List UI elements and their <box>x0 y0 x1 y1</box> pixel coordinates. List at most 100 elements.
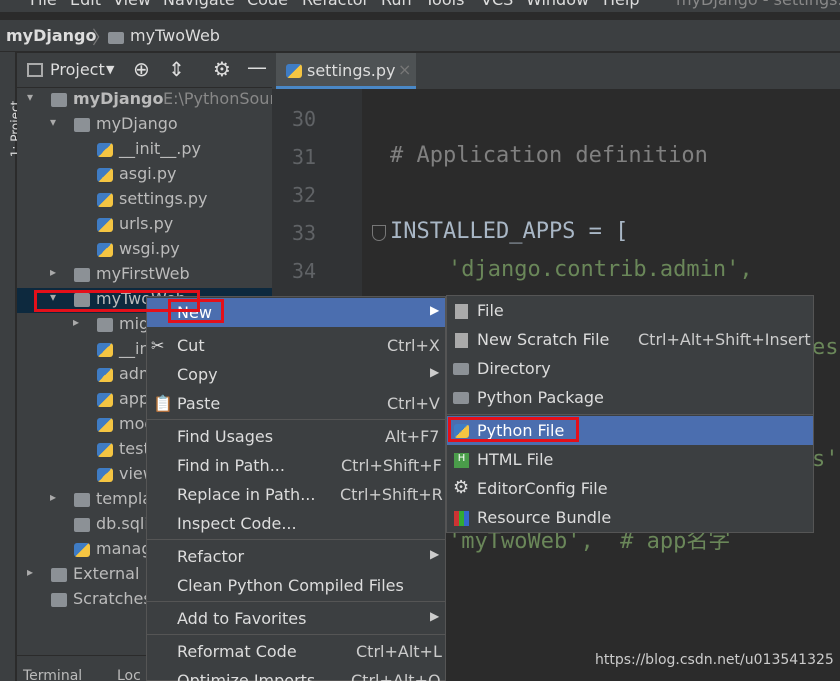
scissors-icon: ✂ <box>151 336 165 355</box>
collapse-all-icon[interactable]: ⇕ <box>168 57 185 81</box>
line-number: 30 <box>292 107 317 131</box>
tree-item[interactable]: ▸ myFirstWeb <box>17 263 272 288</box>
locate-icon[interactable]: ⊕ <box>133 57 150 81</box>
tree-item-label: wsgi.py <box>119 239 180 258</box>
navigation-bar: myDjango 〉 myTwoWeb <box>0 20 840 52</box>
tree-item[interactable]: asgi.py <box>17 163 272 188</box>
tree-item-label: app <box>119 389 150 408</box>
menu-view[interactable]: View <box>113 0 151 9</box>
menu-vcs[interactable]: VCS <box>481 0 513 9</box>
menu-bar: File Edit View Navigate Code Refactor Ru… <box>0 0 840 12</box>
submenu-item-scratch-file[interactable]: New Scratch File Ctrl+Alt+Shift+Insert <box>447 325 813 354</box>
chevron-right-icon[interactable]: ▸ <box>50 265 56 279</box>
tree-item-label: urls.py <box>119 214 174 233</box>
menu-item-label: Add to Favorites <box>177 609 307 628</box>
close-icon[interactable]: × <box>398 60 411 79</box>
project-view-selector[interactable]: Project <box>50 60 105 79</box>
menu-navigate[interactable]: Navigate <box>163 0 235 9</box>
python-file-icon <box>97 193 113 207</box>
new-submenu: File New Scratch File Ctrl+Alt+Shift+Ins… <box>446 295 814 533</box>
menu-item-clean-compiled[interactable]: Clean Python Compiled Files <box>147 571 445 600</box>
submenu-item-html-file[interactable]: H HTML File <box>447 445 813 474</box>
tree-item[interactable]: wsgi.py <box>17 238 272 263</box>
chevron-down-icon[interactable]: ▾ <box>27 90 33 104</box>
chevron-right-icon: ▶ <box>430 609 440 623</box>
submenu-item-editorconfig[interactable]: ⚙ EditorConfig File <box>447 474 813 503</box>
chevron-down-icon[interactable]: ▾ <box>50 115 56 129</box>
tree-item-label: myFirstWeb <box>96 264 190 283</box>
menu-tools[interactable]: Tools <box>425 0 464 9</box>
submenu-item-resource-bundle[interactable]: Resource Bundle <box>447 503 813 532</box>
code-comment: # Application definition <box>390 143 708 168</box>
code-installed-apps: INSTALLED_APPS = [ <box>390 219 629 244</box>
menu-file[interactable]: File <box>30 0 57 9</box>
gear-icon: ⚙ <box>453 477 470 498</box>
menu-item-paste[interactable]: 📋 Paste Ctrl+V <box>147 389 445 418</box>
chevron-right-icon[interactable]: ▸ <box>73 315 79 329</box>
menu-item-cut[interactable]: ✂ Cut Ctrl+X <box>147 331 445 360</box>
python-file-icon <box>97 418 113 432</box>
folder-icon <box>97 318 113 332</box>
tree-item[interactable]: urls.py <box>17 213 272 238</box>
local-tab[interactable]: Loc <box>117 668 141 681</box>
menu-item-label: File <box>477 301 504 320</box>
folder-icon <box>74 268 90 282</box>
menu-item-optimize-imports[interactable]: Optimize Imports Ctrl+Alt+O <box>147 666 445 681</box>
menu-item-label: Replace in Path... <box>177 485 316 504</box>
minimize-icon[interactable]: — <box>247 55 267 79</box>
menu-item-label: Directory <box>477 359 551 378</box>
annotation-box-new <box>168 299 224 323</box>
menu-item-copy[interactable]: Copy ▶ <box>147 360 445 389</box>
menu-divider <box>147 419 445 420</box>
window-title: myDjango - settings.py <box>676 0 840 9</box>
menu-window[interactable]: Window <box>526 0 589 9</box>
submenu-item-python-package[interactable]: Python Package <box>447 383 813 412</box>
resource-bundle-icon <box>454 511 469 526</box>
menu-divider <box>447 414 813 415</box>
menu-item-refactor[interactable]: Refactor ▶ <box>147 542 445 571</box>
menu-divider <box>147 601 445 602</box>
menu-item-label: Resource Bundle <box>477 508 612 527</box>
project-panel-header: Project ▼ ⊕ ⇕ ⚙ — <box>17 53 272 87</box>
tree-item-label: asgi.py <box>119 164 177 183</box>
menu-item-label: Reformat Code <box>177 642 297 661</box>
chevron-down-icon[interactable]: ▼ <box>106 63 114 76</box>
menu-item-add-favorites[interactable]: Add to Favorites ▶ <box>147 604 445 633</box>
tree-item[interactable]: ▾ myDjango E:\PythonSour <box>17 88 272 113</box>
clipboard-icon: 📋 <box>153 394 173 413</box>
menu-edit[interactable]: Edit <box>70 0 101 9</box>
menu-item-find-usages[interactable]: Find Usages Alt+F7 <box>147 422 445 451</box>
chevron-right-icon: ▶ <box>430 303 440 317</box>
menu-item-inspect-code[interactable]: Inspect Code... <box>147 509 445 538</box>
breadcrumb-root[interactable]: myDjango <box>6 26 97 45</box>
tree-item[interactable]: ▾ myDjango <box>17 113 272 138</box>
menu-item-label: EditorConfig File <box>477 479 608 498</box>
breadcrumb-child[interactable]: myTwoWeb <box>130 26 220 45</box>
chevron-right-icon[interactable]: ▸ <box>50 490 56 504</box>
tree-item-label: __init__.py <box>119 139 202 158</box>
ide-window: File Edit View Navigate Code Refactor Ru… <box>0 0 840 681</box>
menu-item-find-in-path[interactable]: Find in Path... Ctrl+Shift+F <box>147 451 445 480</box>
menu-item-replace-in-path[interactable]: Replace in Path... Ctrl+Shift+R <box>147 480 445 509</box>
tree-item[interactable]: __init__.py <box>17 138 272 163</box>
submenu-item-directory[interactable]: Directory <box>447 354 813 383</box>
menu-help[interactable]: Help <box>603 0 639 9</box>
menu-item-label: Find Usages <box>177 427 274 446</box>
menu-run[interactable]: Run <box>381 0 412 9</box>
menu-refactor[interactable]: Refactor <box>302 0 369 9</box>
editor-tabs: settings.py × <box>272 53 840 89</box>
submenu-item-file[interactable]: File <box>447 296 813 325</box>
tab-settings[interactable]: settings.py × <box>276 53 416 89</box>
terminal-tab[interactable]: Terminal <box>23 668 82 681</box>
tree-item[interactable]: settings.py <box>17 188 272 213</box>
tree-item-label: templa <box>96 489 153 508</box>
tree-item-label: mig <box>119 314 150 333</box>
library-icon <box>51 568 67 582</box>
chevron-right-icon: ▶ <box>430 365 440 379</box>
gear-icon[interactable]: ⚙ <box>213 57 231 81</box>
fold-icon[interactable] <box>372 225 386 241</box>
menu-item-reformat[interactable]: Reformat Code Ctrl+Alt+L <box>147 637 445 666</box>
menu-code[interactable]: Code <box>247 0 288 9</box>
project-view-icon <box>27 63 43 77</box>
chevron-right-icon[interactable]: ▸ <box>27 565 33 579</box>
